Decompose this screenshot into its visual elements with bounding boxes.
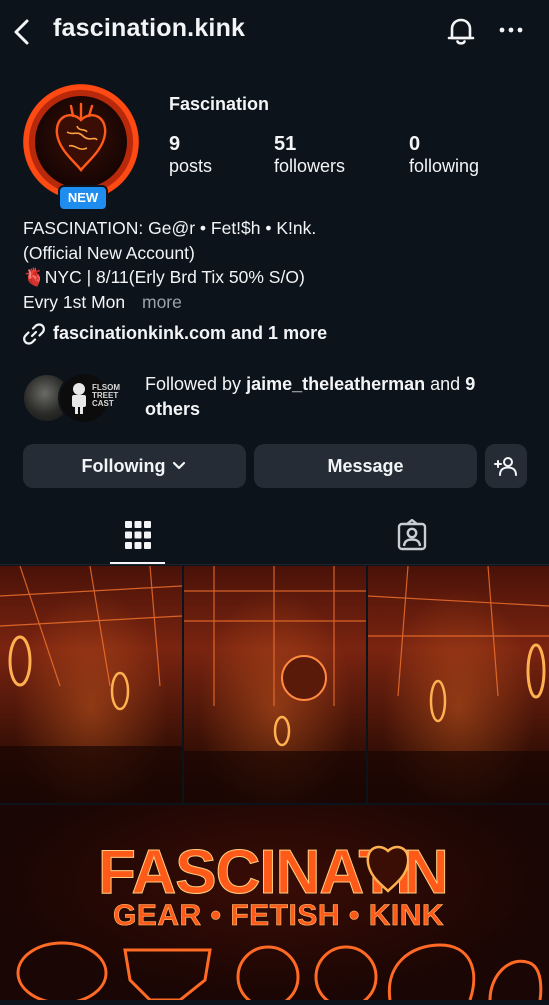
follower-avatar-2[interactable]: FLSOM TREET CAST [58, 372, 120, 424]
stat-following[interactable]: 0 following [409, 133, 479, 177]
stat-following-label: following [409, 156, 480, 176]
followed-by-suffix: others [145, 399, 201, 419]
suggest-people-button[interactable] [485, 444, 527, 488]
bio-line-1: FASCINATION: Ge@r • Fet!$h • K!nk. [23, 218, 317, 238]
stat-followers-value: 51 [274, 133, 297, 155]
message-button[interactable]: Message [254, 444, 477, 488]
club-neon-image [368, 566, 549, 803]
follower-avatar-2-text: FLSOM TREET CAST [92, 383, 120, 408]
display-name: Fascination [169, 94, 270, 114]
club-disco-ball-image [184, 566, 366, 803]
website-link[interactable]: fascinationkink.com and 1 more [53, 323, 327, 344]
chevron-down-icon [173, 461, 186, 470]
following-button[interactable]: Following [23, 444, 246, 488]
stat-followers[interactable]: 51 followers [274, 133, 345, 177]
stat-following-value: 0 [409, 133, 421, 155]
stat-posts[interactable]: 9 posts [169, 133, 212, 177]
fascination-neon-banner: FASCINATI N GEAR • FETISH • KINK [16, 838, 543, 1005]
post-thumbnail[interactable] [368, 566, 549, 803]
post-thumbnail-banner[interactable]: FASCINATI N GEAR • FETISH • KINK [0, 805, 549, 1005]
stat-posts-value: 9 [169, 133, 181, 155]
tagged-icon[interactable] [396, 519, 428, 551]
bio-line-3-text: NYC | 8/11(Erly Brd Tix 50% S/O) [44, 267, 305, 287]
post-thumbnail[interactable] [184, 566, 366, 803]
club-interior-image [0, 566, 182, 803]
grid-icon[interactable] [124, 520, 152, 550]
profile-handle: fascination.kink [53, 14, 246, 42]
stat-followers-label: followers [274, 156, 346, 176]
avatar[interactable] [35, 96, 127, 188]
bio-line-2: (Official New Account) [23, 243, 195, 263]
anatomical-heart-logo [55, 102, 107, 172]
bio-more-link[interactable]: more [142, 292, 182, 312]
bio-line-3: 🫀NYC | 8/11(Erly Brd Tix 50% S/O) [23, 267, 305, 288]
new-account-badge: NEW [58, 185, 108, 211]
heart-emoji-icon: 🫀 [23, 267, 45, 287]
podcast-figure-icon [72, 383, 86, 414]
back-icon[interactable] [10, 18, 34, 46]
bio-line-4-text: Evry 1st Mon [23, 292, 126, 312]
stat-posts-label: posts [169, 156, 213, 176]
followed-by-prefix: Followed by [145, 374, 247, 394]
neon-icons-row [16, 941, 543, 1005]
notification-bell-icon[interactable] [444, 14, 478, 48]
banner-title-right: N [404, 838, 449, 907]
followed-by-user[interactable]: jaime_theleatherman [246, 374, 425, 394]
banner-title-left: FASCINATI [98, 838, 412, 907]
message-button-label: Message [327, 455, 404, 476]
following-button-label: Following [81, 455, 166, 476]
banner-subtitle: GEAR • FETISH • KINK [113, 899, 444, 932]
more-options-icon[interactable] [498, 20, 524, 40]
followed-by-mid: and [425, 374, 466, 394]
post-thumbnail[interactable] [0, 566, 182, 803]
bio-line-4: Evry 1st Mon more [23, 292, 182, 313]
followed-by-text[interactable]: Followed by jaime_theleatherman and 9 ot… [145, 372, 525, 422]
link-icon [23, 323, 45, 345]
add-person-icon [494, 457, 517, 476]
followed-by-count: 9 [465, 374, 476, 394]
tabs-divider [0, 564, 549, 565]
